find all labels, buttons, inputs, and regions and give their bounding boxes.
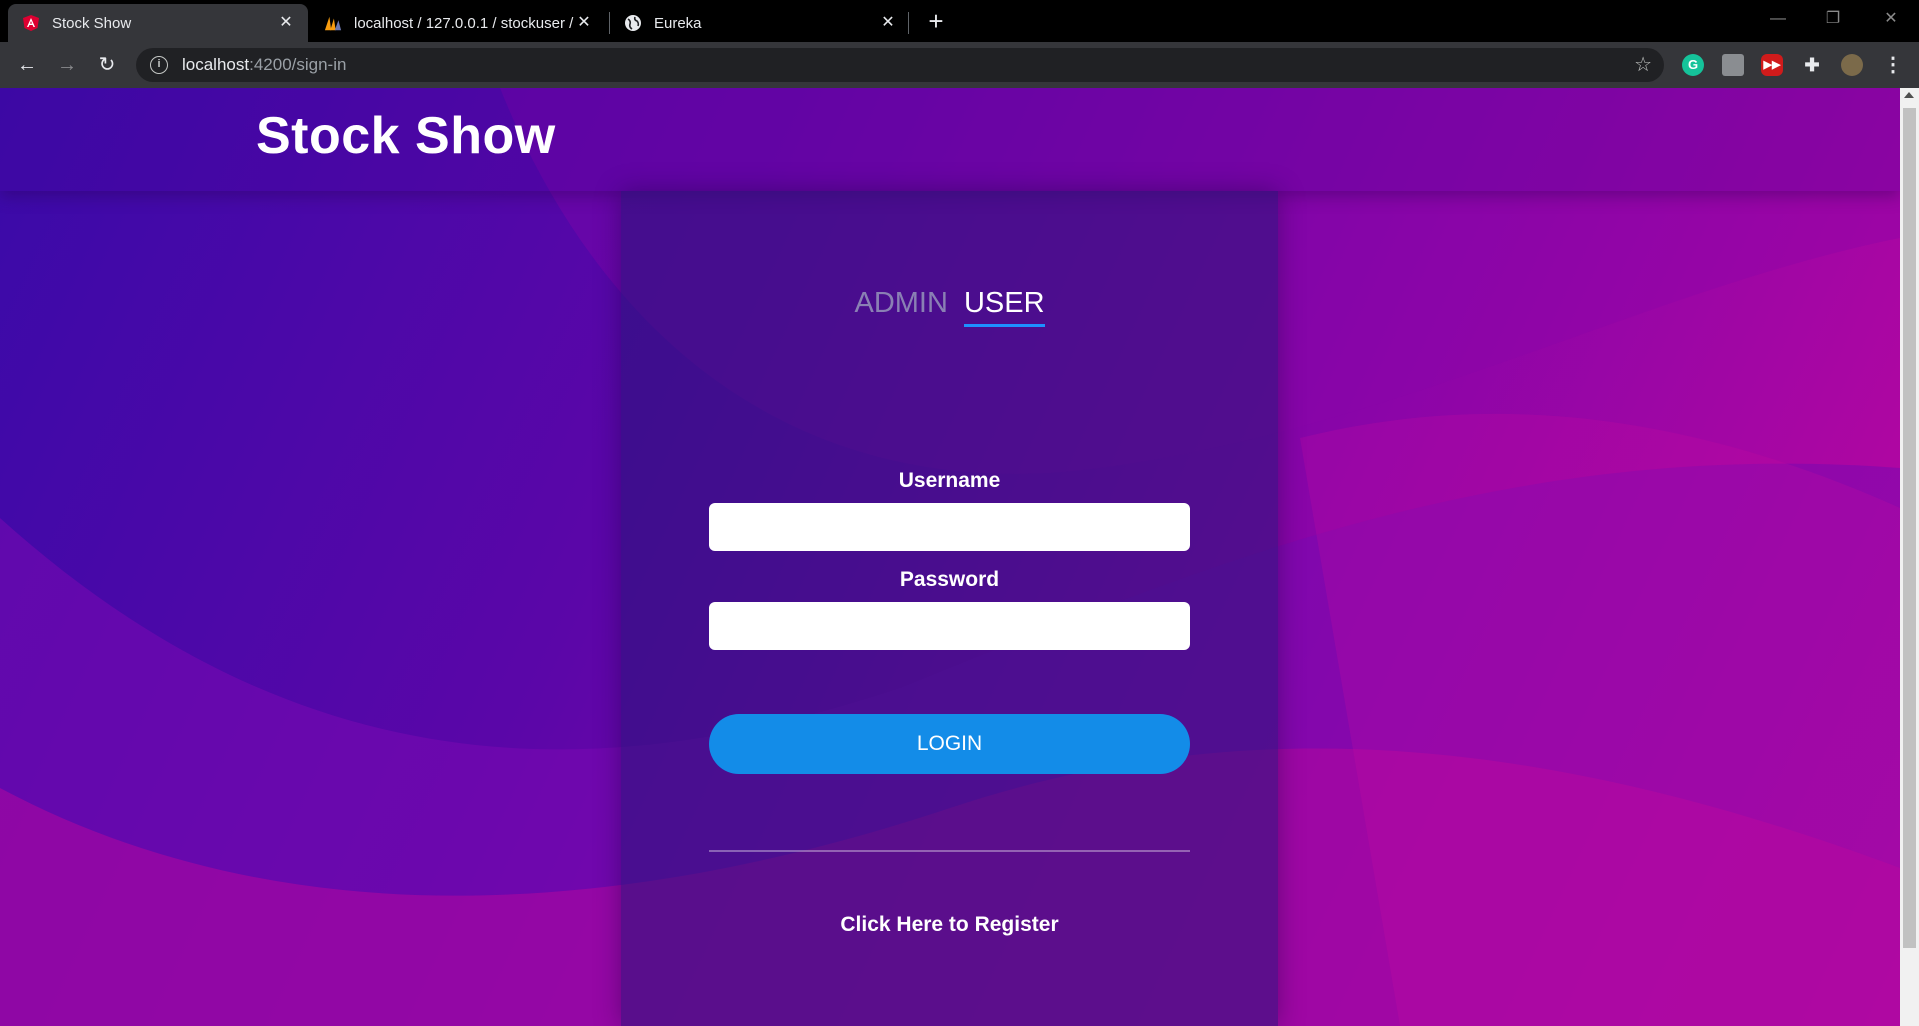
browser-tab-stock-show[interactable]: Stock Show ✕ — [8, 4, 308, 42]
new-tab-button[interactable]: + — [922, 8, 950, 36]
scrollbar-thumb[interactable] — [1903, 108, 1916, 948]
scroll-up-icon[interactable] — [1904, 92, 1914, 98]
window-close-icon[interactable]: ✕ — [1868, 6, 1914, 32]
minimize-icon[interactable]: — — [1755, 6, 1801, 32]
phpmyadmin-icon — [324, 14, 342, 32]
forward-icon[interactable]: → — [53, 51, 81, 79]
page-title: Stock Show — [256, 107, 556, 165]
password-field[interactable] — [709, 602, 1190, 650]
divider — [709, 850, 1190, 852]
globe-icon — [624, 14, 642, 32]
register-link[interactable]: Click Here to Register — [621, 913, 1278, 937]
youtube-extension-icon[interactable]: ▶▶ — [1761, 54, 1783, 76]
browser-toolbar: ← → ↻ i localhost:4200/sign-in ☆ G ▶▶ ✚ … — [0, 42, 1919, 88]
close-icon[interactable]: ✕ — [880, 15, 896, 31]
username-field[interactable] — [709, 503, 1190, 551]
site-info-icon[interactable]: i — [150, 56, 168, 74]
login-card: ADMIN USER Username Password LOGIN Click … — [621, 191, 1278, 1026]
password-label: Password — [899, 568, 1000, 591]
reload-icon[interactable]: ↻ — [93, 51, 121, 79]
tab-title: localhost / 127.0.0.1 / stockuser / — [354, 14, 574, 32]
page-scrollbar[interactable] — [1900, 88, 1919, 1026]
close-icon[interactable]: ✕ — [576, 15, 592, 31]
extension-square-icon[interactable] — [1722, 54, 1744, 76]
role-tabs: ADMIN USER — [621, 287, 1278, 327]
tab-separator — [908, 12, 909, 34]
extensions-puzzle-icon[interactable]: ✚ — [1801, 54, 1823, 76]
grammarly-icon[interactable]: G — [1682, 54, 1704, 76]
tab-user[interactable]: USER — [963, 287, 1045, 327]
tab-admin[interactable]: ADMIN — [854, 287, 947, 324]
login-button[interactable]: LOGIN — [709, 714, 1190, 774]
page-header: Stock Show — [0, 88, 1900, 191]
browser-tab-eureka[interactable]: Eureka ✕ — [610, 4, 910, 42]
close-icon[interactable]: ✕ — [278, 15, 294, 31]
profile-avatar[interactable] — [1841, 54, 1863, 76]
bookmark-star-icon[interactable]: ☆ — [1634, 54, 1652, 76]
tab-title: Stock Show — [52, 14, 132, 32]
menu-kebab-icon[interactable]: ⋮ — [1882, 54, 1904, 76]
back-icon[interactable]: ← — [13, 51, 41, 79]
browser-tab-bar: Stock Show ✕ localhost / 127.0.0.1 / sto… — [0, 0, 1919, 42]
restore-icon[interactable]: ❐ — [1810, 6, 1856, 32]
username-label: Username — [898, 469, 1001, 492]
address-url: localhost:4200/sign-in — [182, 55, 347, 74]
page-viewport: Stock Show ADMIN USER Username Password L… — [0, 88, 1900, 1026]
angular-icon — [22, 14, 40, 32]
tab-title: Eureka — [654, 14, 702, 32]
browser-tab-phpmyadmin[interactable]: localhost / 127.0.0.1 / stockuser / ✕ — [310, 4, 606, 42]
address-bar[interactable]: i localhost:4200/sign-in ☆ — [136, 48, 1664, 82]
